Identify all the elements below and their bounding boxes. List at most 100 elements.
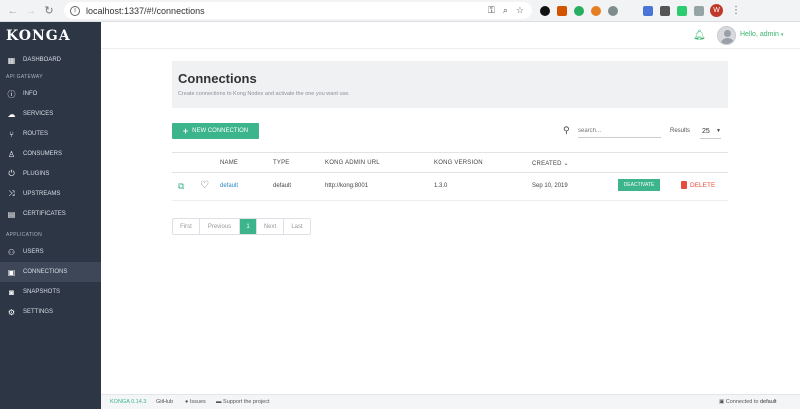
star-icon[interactable]: ☆ (516, 5, 524, 16)
extension-icon[interactable] (557, 5, 567, 16)
extension-icon[interactable] (574, 5, 584, 16)
sidebar-item-plugins[interactable]: ⏻ PLUGINS (0, 164, 101, 184)
delete-label: DELETE (690, 181, 716, 189)
results-value: 25 (702, 127, 710, 135)
node-health-icon[interactable]: ⧉ (178, 181, 184, 192)
top-header: 🔔︎ Hello, admin ▾ (101, 22, 800, 49)
logo[interactable]: KONGA (0, 22, 101, 50)
dashboard-icon: ▦ (7, 55, 16, 65)
footer: KONGA 0.14.3 GitHub ● Issues ▬ Support t… (101, 394, 800, 409)
support-link[interactable]: ▬ Support the project (216, 399, 270, 405)
delete-button[interactable]: DELETE (681, 181, 715, 189)
page-title: Connections (178, 71, 257, 86)
column-type[interactable]: TYPE (273, 160, 289, 166)
page-next[interactable]: Next (257, 219, 284, 234)
routes-icon: ⑂ (9, 129, 14, 139)
search-input[interactable] (578, 124, 661, 138)
gear-icon: ⚙ (7, 307, 16, 317)
results-label: Results (670, 128, 691, 134)
table-row: ⧉ ♡ default default http://kong:8001 1.3… (172, 173, 728, 201)
profile-avatar[interactable]: W (710, 4, 723, 17)
connection-status: ▣ Connected to default (719, 399, 777, 405)
column-created[interactable]: CREATED ⌄ (532, 160, 569, 167)
users-icon: ⚇ (7, 247, 16, 257)
results-select[interactable]: 25 ▼ (700, 124, 721, 139)
info-icon[interactable]: i (70, 5, 80, 16)
greeting-text: Hello, admin (740, 31, 779, 38)
connection-created: Sep 10, 2019 (532, 183, 568, 189)
sort-down-icon: ⌄ (563, 161, 569, 167)
sidebar-item-users[interactable]: ⚇ USERS (0, 242, 101, 262)
back-icon[interactable]: ← (4, 2, 22, 20)
extension-icon[interactable] (660, 5, 670, 16)
zoom-icon[interactable]: ⌕ (503, 5, 508, 16)
cloud-icon: ☁ (7, 109, 16, 119)
page-first[interactable]: First (173, 219, 200, 234)
column-kong-version[interactable]: KONG VERSION (434, 160, 483, 166)
issues-link[interactable]: ● Issues (185, 399, 206, 405)
sidebar-item-label: SERVICES (23, 111, 54, 117)
url-text: localhost:1337/#!/connections (86, 5, 205, 16)
column-created-label: CREATED (532, 161, 562, 167)
connected-name: default (759, 399, 777, 405)
forward-icon[interactable]: → (22, 2, 40, 20)
sidebar-item-services[interactable]: ☁ SERVICES (0, 104, 101, 124)
extension-icon[interactable] (540, 5, 550, 16)
sidebar-item-label: UPSTREAMS (23, 191, 61, 197)
sidebar-item-info[interactable]: ⓘ INFO (0, 84, 101, 104)
sidebar-item-routes[interactable]: ⑂ ROUTES (0, 124, 101, 144)
page-header: Connections Create connections to Kong N… (172, 61, 728, 108)
connection-url: http://kong:8001 (325, 183, 369, 189)
avatar[interactable] (717, 26, 736, 45)
sidebar-item-label: INFO (23, 91, 38, 97)
sidebar-item-certificates[interactable]: ▤ CERTIFICATES (0, 204, 101, 224)
github-link[interactable]: GitHub (156, 399, 173, 405)
address-bar[interactable]: i localhost:1337/#!/connections ⚿ ⌕ ☆ (64, 2, 532, 19)
sidebar-item-label: DASHBOARD (23, 57, 62, 63)
pagination: First Previous 1 Next Last (172, 218, 311, 235)
sidebar-item-label: SNAPSHOTS (23, 289, 61, 295)
sidebar-item-dashboard[interactable]: ▦ DASHBOARD (0, 50, 101, 70)
plus-icon: + (182, 126, 189, 136)
sidebar-item-snapshots[interactable]: ◙ SNAPSHOTS (0, 282, 101, 302)
column-kong-admin-url[interactable]: KONG ADMIN URL (325, 160, 380, 166)
version-link[interactable]: KONGA 0.14.3 (110, 399, 146, 405)
connection-type: default (273, 183, 292, 189)
search-icon: ⚲ (563, 125, 570, 135)
key-icon[interactable]: ⚿ (488, 5, 495, 16)
extension-icon[interactable] (677, 5, 687, 16)
deactivate-button[interactable]: DEACTIVATE (618, 179, 660, 191)
extension-icon[interactable] (591, 5, 601, 16)
extension-icon[interactable] (643, 5, 653, 16)
extension-icon[interactable] (694, 5, 704, 16)
heart-icon[interactable]: ♡ (200, 180, 209, 191)
user-menu[interactable]: Hello, admin ▾ (740, 31, 783, 38)
connection-name-link[interactable]: default (220, 183, 238, 189)
trash-icon (681, 181, 687, 189)
plug-icon: ⏻ (8, 169, 15, 178)
sidebar-item-consumers[interactable]: ♙ CONSUMERS (0, 144, 101, 164)
page-last[interactable]: Last (284, 219, 310, 234)
camera-icon: ◙ (9, 287, 14, 297)
connected-prefix: Connected to (725, 399, 759, 405)
sidebar-item-settings[interactable]: ⚙ SETTINGS (0, 302, 101, 322)
table-header: NAME TYPE KONG ADMIN URL KONG VERSION CR… (172, 152, 728, 173)
bell-icon[interactable]: 🔔︎ (693, 30, 706, 41)
connection-icon: ▣ (719, 399, 725, 405)
column-name[interactable]: NAME (220, 160, 238, 166)
reload-icon[interactable]: ↻ (40, 2, 58, 20)
menu-icon[interactable]: ⋮ (731, 5, 741, 16)
sidebar-item-label: SETTINGS (23, 309, 54, 315)
page-previous[interactable]: Previous (200, 219, 240, 234)
sidebar-item-upstreams[interactable]: ⤨ UPSTREAMS (0, 184, 101, 204)
section-label-api-gateway: API GATEWAY (6, 74, 43, 80)
sidebar-item-connections[interactable]: ▣ CONNECTIONS (0, 262, 101, 282)
page-1[interactable]: 1 (240, 219, 257, 234)
connection-icon: ▣ (7, 267, 16, 277)
extension-icon[interactable] (608, 5, 618, 16)
shuffle-icon: ⤨ (8, 189, 15, 198)
sidebar-item-label: CONNECTIONS (23, 269, 68, 275)
connection-version: 1.3.0 (434, 183, 448, 189)
info-circle-icon: ⓘ (7, 89, 16, 99)
new-connection-button[interactable]: + NEW CONNECTION (172, 123, 259, 139)
